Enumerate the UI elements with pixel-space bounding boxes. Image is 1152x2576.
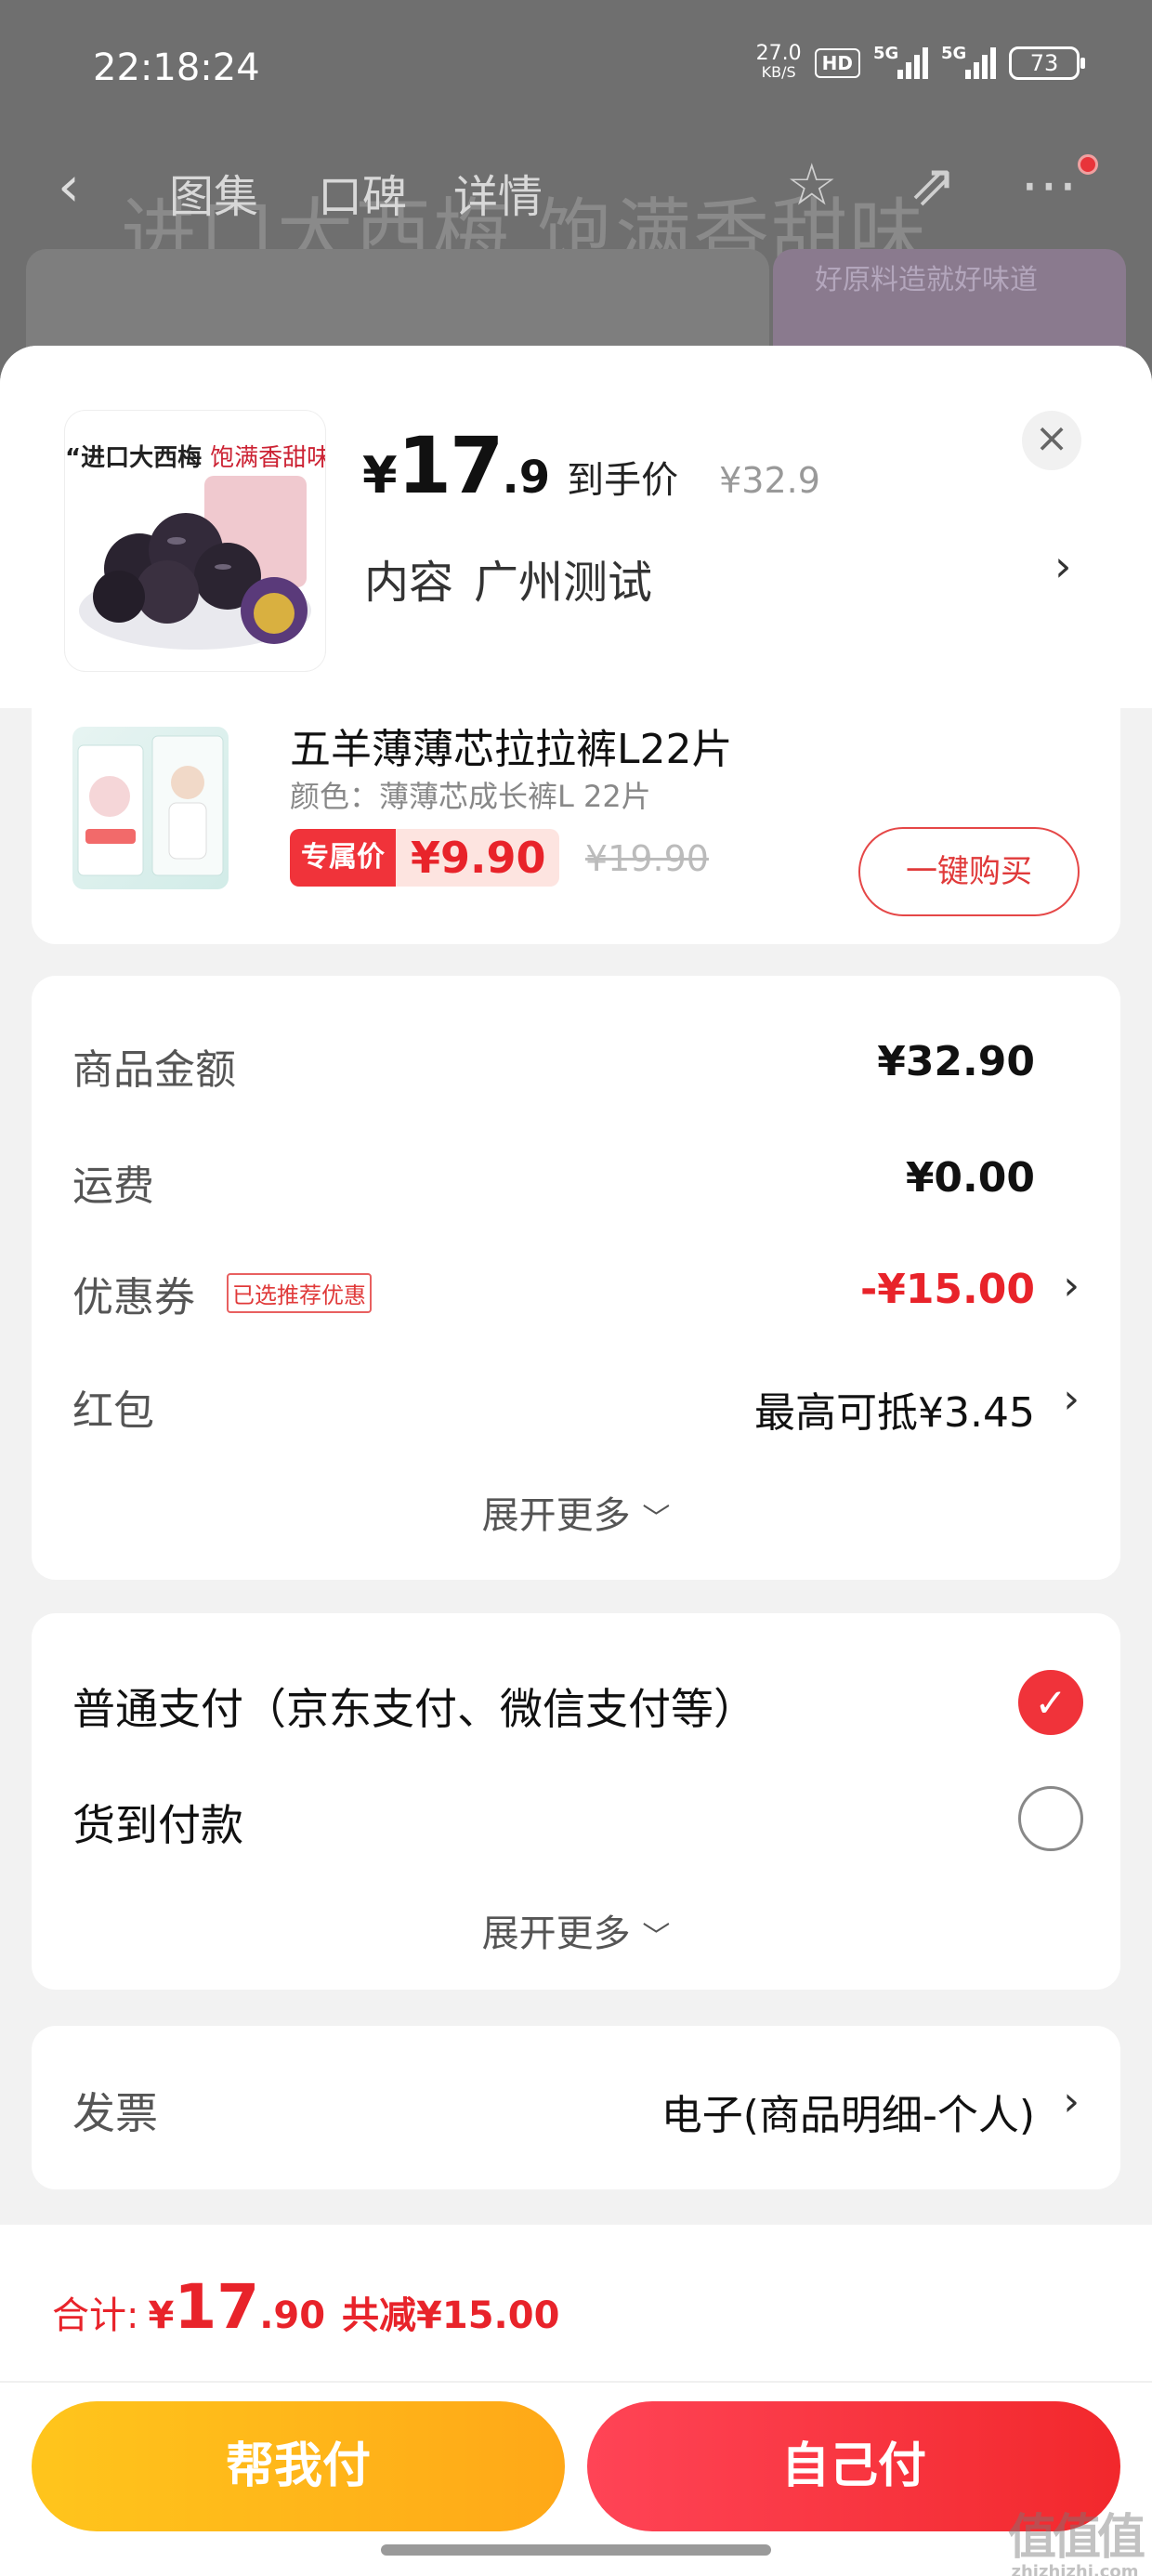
expand-more-fees[interactable]: 展开更多 ﹀ <box>32 1485 1120 1539</box>
price-currency: ¥ <box>362 446 398 505</box>
close-button[interactable]: × <box>1022 411 1081 470</box>
total-label: 合计: <box>52 2294 139 2337</box>
battery-icon: 73 <box>1009 46 1085 80</box>
recommended-item-title[interactable]: 五羊薄薄芯拉拉裤L22片 <box>290 716 733 775</box>
total-discount: 共减¥15.00 <box>342 2294 560 2337</box>
coupon-recommended-badge: 已选推荐优惠 <box>227 1273 372 1313</box>
expand-more-label: 展开更多 <box>481 1494 631 1537</box>
exclusive-label: 专属价 <box>290 829 396 887</box>
chevron-right-icon: › <box>1063 1262 1080 1309</box>
radio-empty-icon[interactable] <box>1018 1786 1083 1851</box>
red-packet-label: 红包 <box>72 1387 154 1435</box>
spec-selector[interactable]: 内容 广州测试 <box>364 545 652 611</box>
network-speed-unit: KB/S <box>761 63 796 81</box>
total-currency: ¥ <box>148 2294 175 2337</box>
exclusive-price: ¥9.90 <box>411 833 546 883</box>
recommended-item-image[interactable] <box>72 727 229 889</box>
chevron-right-icon: › <box>1063 1375 1080 1423</box>
network-speed: 27.0 KB/S <box>755 42 802 82</box>
divider <box>0 2381 1152 2383</box>
status-icons: 27.0 KB/S HD 5G 5G 73 <box>755 42 1085 82</box>
goods-amount-row: 商品金额 ¥32.90 <box>72 1027 1080 1094</box>
payment-method-card: 普通支付（京东支付、微信支付等） ✓ 货到付款 展开更多 ﹀ <box>32 1613 1120 1990</box>
price-label: 到手价 <box>567 459 679 502</box>
invoice-label: 发票 <box>72 2088 158 2138</box>
payment-option-normal[interactable]: 普通支付（京东支付、微信支付等） ✓ <box>72 1664 1083 1739</box>
expand-more-payment[interactable]: 展开更多 ﹀ <box>32 1903 1120 1957</box>
tab-reviews: 口碑 <box>318 171 408 223</box>
signal-label-2: 5G <box>941 44 967 63</box>
payment-cod-label: 货到付款 <box>72 1800 243 1850</box>
chevron-right-icon[interactable]: › <box>1054 541 1071 591</box>
back-icon: ‹ <box>58 154 80 219</box>
coupon-value: -¥15.00 <box>859 1266 1035 1313</box>
watermark-logo: 值值值 zhizhizhi.com <box>1008 2498 1145 2576</box>
background-banner-text: 好原料造就好味道 <box>815 264 1038 296</box>
product-summary: “进口大西梅 饱满香甜味” × ¥ 17 .9 到手价 <box>0 346 1152 708</box>
fee-breakdown-card: 商品金额 ¥32.90 运费 ¥0.00 优惠券 已选推荐优惠 -¥15.00 … <box>32 976 1120 1580</box>
signal-icon: 5G <box>873 44 928 79</box>
recommended-old-price: ¥19.90 <box>585 838 709 879</box>
price-block: ¥ 17 .9 到手价 ¥32.9 <box>362 420 820 511</box>
chevron-down-icon: ﹀ <box>642 1503 671 1535</box>
checkout-footer: 合计: ¥ 17 .90 共减¥15.00 帮我付 自己付 <box>0 2225 1152 2576</box>
checkmark-icon[interactable]: ✓ <box>1018 1670 1083 1735</box>
signal-label: 5G <box>873 44 899 63</box>
payment-option-cod[interactable]: 货到付款 <box>72 1781 1083 1855</box>
price-decimal: .9 <box>502 452 551 504</box>
product-image[interactable]: “进口大西梅 饱满香甜味” <box>65 411 325 671</box>
watermark-mark: 值值值 <box>1008 2510 1145 2566</box>
goods-amount-value: ¥32.90 <box>877 1038 1035 1085</box>
status-bar: 22:18:24 27.0 KB/S HD 5G 5G 73 <box>0 0 1152 139</box>
total-summary: 合计: ¥ 17 .90 共减¥15.00 <box>52 2271 559 2343</box>
goods-amount-label: 商品金额 <box>72 1046 236 1094</box>
tab-details: 详情 <box>453 171 543 223</box>
invoice-row[interactable]: 发票 电子(商品明细-个人) › <box>32 2026 1120 2189</box>
chevron-right-icon: › <box>1063 2078 1080 2125</box>
home-indicator[interactable] <box>381 2544 771 2556</box>
coupon-label: 优惠券 <box>72 1274 195 1321</box>
more-icon: ⋯ <box>1020 151 1078 218</box>
notification-dot <box>1078 154 1098 175</box>
checkout-sheet: “进口大西梅 饱满香甜味” × ¥ 17 .9 到手价 <box>0 346 1152 2576</box>
prunes-illustration <box>79 476 311 650</box>
chevron-down-icon: ﹀ <box>642 1921 671 1953</box>
shipping-value: ¥0.00 <box>905 1154 1035 1202</box>
star-icon: ☆ <box>786 151 838 218</box>
close-icon: × <box>1034 414 1069 462</box>
payment-normal-label: 普通支付（京东支付、微信支付等） <box>72 1684 756 1734</box>
spec-value: 广州测试 <box>474 557 653 609</box>
status-time: 22:18:24 <box>93 46 260 89</box>
one-click-buy-button[interactable]: 一键购买 <box>858 827 1080 916</box>
invoice-value: 电子(商品明细-个人) <box>661 2092 1035 2139</box>
total-decimal: .90 <box>259 2294 326 2337</box>
tab-gallery: 图集 <box>169 171 259 223</box>
red-packet-value: 最高可抵¥3.45 <box>754 1389 1035 1437</box>
share-icon: ⇗ <box>909 151 957 218</box>
red-packet-row[interactable]: 红包 最高可抵¥3.45 › <box>72 1368 1080 1437</box>
expand-more-label: 展开更多 <box>481 1912 631 1955</box>
network-speed-value: 27.0 <box>755 42 802 65</box>
shipping-label: 运费 <box>72 1163 154 1210</box>
coupon-row[interactable]: 优惠券 已选推荐优惠 -¥15.00 › <box>72 1255 1080 1321</box>
spec-label: 内容 <box>364 557 454 609</box>
price-integer: 17 <box>397 420 504 511</box>
watermark-site: zhizhizhi.com <box>1011 2562 1139 2576</box>
diaper-pack-illustration <box>77 735 224 876</box>
hd-icon: HD <box>814 48 860 78</box>
recommended-item-color: 颜色：薄薄芯成长裤L 22片 <box>290 779 651 814</box>
exclusive-price-tag: 专属价 ¥9.90 <box>290 829 559 887</box>
help-pay-button[interactable]: 帮我付 <box>32 2401 565 2531</box>
original-price: ¥32.9 <box>719 460 820 501</box>
background-nav: ‹ 图集 口碑 详情 ☆ ⇗ ⋯ <box>0 149 1152 232</box>
shipping-row: 运费 ¥0.00 <box>72 1143 1080 1210</box>
signal-icon-2: 5G <box>941 44 996 79</box>
total-integer: 17 <box>174 2271 260 2343</box>
